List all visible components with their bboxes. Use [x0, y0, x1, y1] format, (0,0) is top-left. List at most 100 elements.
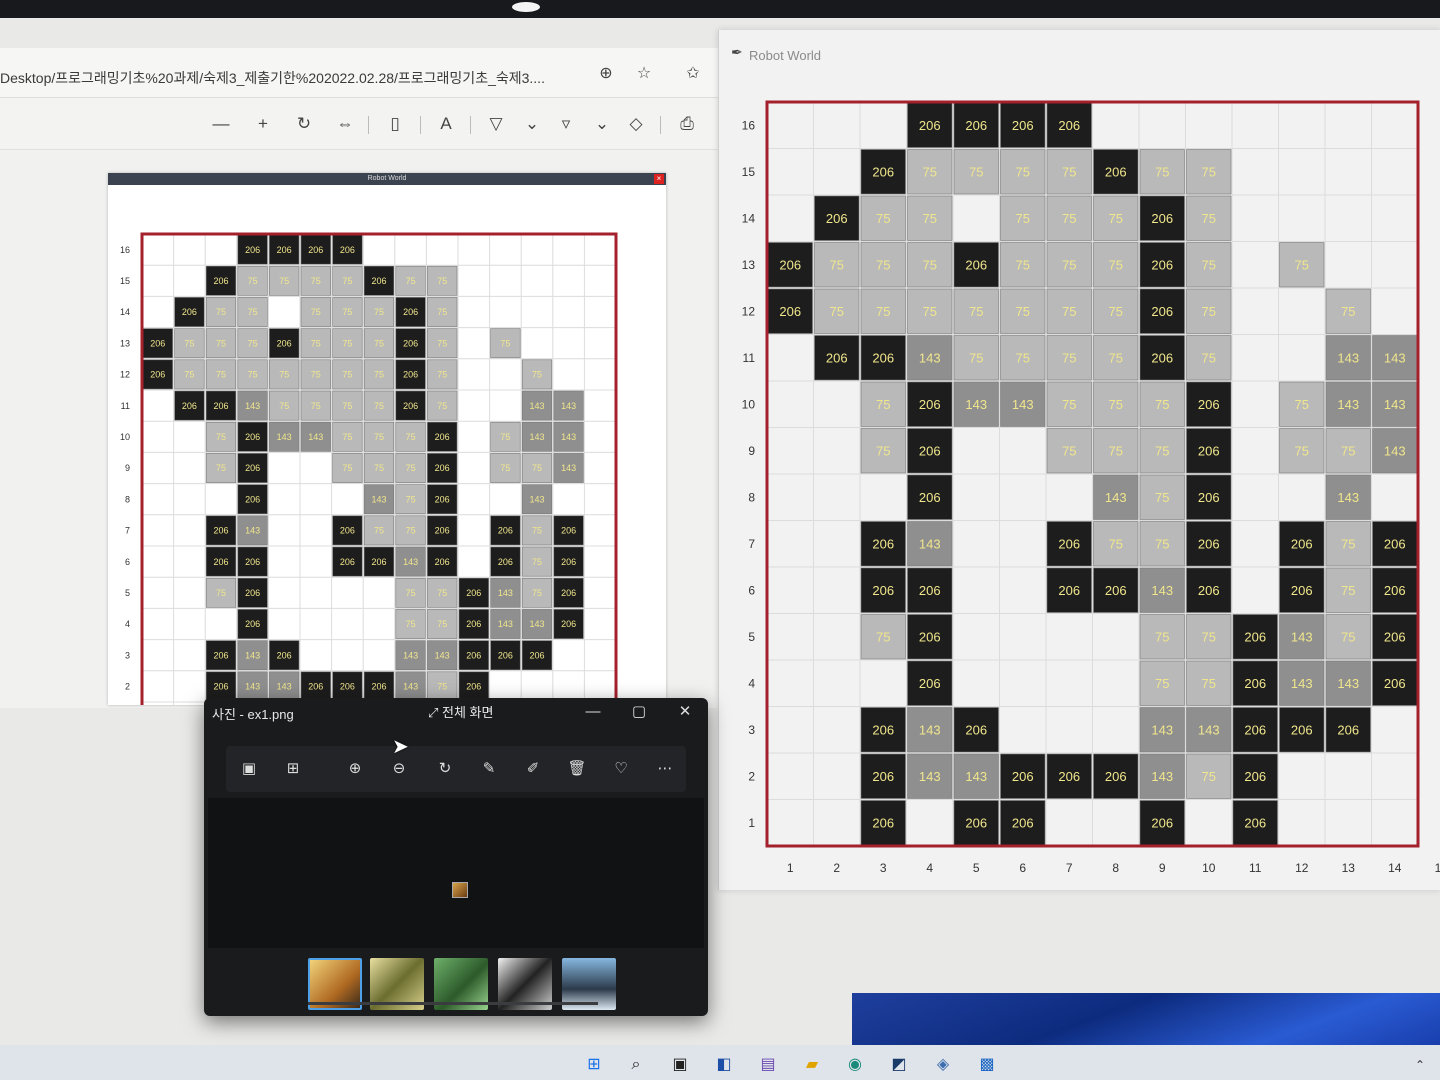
cell-value: 75: [1341, 536, 1355, 551]
cell-value: 75: [311, 370, 321, 380]
cell-value: 143: [1384, 350, 1406, 365]
print-icon[interactable]: ⎙: [675, 112, 699, 136]
add-favorite-icon[interactable]: ☆: [634, 64, 654, 84]
cell-value: 206: [872, 164, 894, 179]
cell-value: 206: [1198, 583, 1220, 598]
cell-value: 75: [437, 619, 447, 629]
cell-value: 143: [277, 432, 292, 442]
edge-icon[interactable]: ◉: [843, 1053, 867, 1077]
y-tick-label: 9: [125, 463, 130, 473]
cell-value: 206: [872, 815, 894, 830]
eraser-icon[interactable]: ◇: [624, 112, 648, 136]
cell-value: 206: [1244, 629, 1266, 644]
y-tick-label: 15: [742, 165, 756, 179]
more-icon[interactable]: ⋯: [654, 758, 676, 780]
zoom-out-icon[interactable]: ⊖: [388, 758, 410, 780]
chevron-up-icon[interactable]: ⌃: [1408, 1053, 1432, 1077]
cell-value: 75: [876, 211, 890, 226]
gallery-icon[interactable]: ⊞: [282, 758, 304, 780]
rotate-icon[interactable]: ↻: [292, 112, 316, 136]
cell-value: 75: [1202, 676, 1216, 691]
cell-value: 143: [435, 650, 450, 660]
x-tick-label: 14: [1388, 861, 1402, 875]
cell-value: 206: [561, 557, 576, 567]
favorites-icon[interactable]: ✩: [683, 64, 703, 84]
cell-value: 75: [876, 304, 890, 319]
folder-icon[interactable]: ▰: [800, 1053, 824, 1077]
cell-value: 206: [245, 557, 260, 567]
cell-value: 75: [374, 307, 384, 317]
cell-value: 75: [342, 338, 352, 348]
page-view-icon[interactable]: ▯: [383, 112, 407, 136]
y-tick-label: 11: [121, 401, 130, 411]
chevron-down-icon[interactable]: ⌄: [520, 112, 544, 136]
x-tick-label: 9: [1159, 861, 1166, 875]
cell-value: 75: [532, 526, 542, 536]
cell-value: 75: [437, 338, 447, 348]
cell-value: 75: [1109, 257, 1123, 272]
scroll-track[interactable]: [308, 1002, 598, 1005]
zoom-in-icon[interactable]: ⊕: [344, 758, 366, 780]
read-aloud-icon[interactable]: A: [434, 112, 458, 136]
cell-value: 206: [371, 682, 386, 692]
cell-value: 75: [406, 432, 416, 442]
y-tick-label: 4: [125, 619, 130, 629]
chevron-down-icon[interactable]: ⌄: [590, 112, 614, 136]
zoom-icon[interactable]: ⊕: [596, 64, 616, 84]
draw-icon[interactable]: ✐: [522, 758, 544, 780]
close-button[interactable]: ✕: [670, 700, 700, 724]
cell-value: 206: [965, 257, 987, 272]
cell-value: 75: [923, 257, 937, 272]
image-icon[interactable]: ▣: [238, 758, 260, 780]
cell-value: 143: [1151, 769, 1173, 784]
address-bar[interactable]: Desktop/프로그래밍기초%20과제/숙제3_제출기한%202022.02.…: [0, 48, 720, 98]
cell-value: 143: [561, 401, 576, 411]
cell-value: 75: [216, 588, 226, 598]
cell-value: 75: [1202, 164, 1216, 179]
cell-value: 206: [1384, 583, 1406, 598]
y-tick-label: 5: [125, 588, 130, 598]
task-view-icon[interactable]: ▣: [668, 1053, 692, 1077]
python-icon[interactable]: ◈: [931, 1053, 955, 1077]
edit-icon[interactable]: ✎: [478, 758, 500, 780]
fit-page-icon[interactable]: ⇔: [333, 112, 357, 136]
cell-value: 206: [1244, 676, 1266, 691]
zoom-in-icon[interactable]: +: [251, 112, 275, 136]
app-icon[interactable]: ◩: [887, 1053, 911, 1077]
minimize-button[interactable]: —: [578, 700, 608, 724]
cell-value: 143: [498, 619, 513, 629]
chat-icon[interactable]: ▤: [756, 1053, 780, 1077]
favorite-icon[interactable]: ♡: [610, 758, 632, 780]
x-tick-label: 12: [1295, 861, 1309, 875]
fullscreen-button[interactable]: ⤢ 전체 화면: [428, 702, 493, 721]
cell-value: 75: [1016, 211, 1030, 226]
cell-value: 206: [919, 397, 941, 412]
draw-icon[interactable]: ▽: [484, 112, 508, 136]
cell-value: 75: [311, 307, 321, 317]
highlight-icon[interactable]: ▿: [554, 112, 578, 136]
zoom-out-icon[interactable]: —: [209, 112, 233, 136]
browser-window: Desktop/프로그래밍기초%20과제/숙제3_제출기한%202022.02.…: [0, 48, 720, 708]
cell-value: 143: [1151, 583, 1173, 598]
y-tick-label: 10: [742, 397, 756, 411]
delete-icon[interactable]: 🗑: [566, 758, 588, 780]
cell-value: 75: [1341, 583, 1355, 598]
maximize-button[interactable]: ▢: [624, 700, 654, 724]
cell-value: 206: [371, 276, 386, 286]
y-tick-label: 12: [120, 370, 130, 380]
cell-value: 75: [969, 164, 983, 179]
taskbar: ⊞ ⌕ ▣ ◧ ▤ ▰ ◉ ◩ ◈ ▩ ⌃: [0, 1045, 1440, 1080]
cell-value: 75: [1109, 536, 1123, 551]
url-text[interactable]: Desktop/프로그래밍기초%20과제/숙제3_제출기한%202022.02.…: [0, 68, 585, 88]
robot-world-window: ✒ Robot World 206 206 206 206 206 75 75 75 75 206…: [718, 30, 1440, 890]
cell-value: 206: [826, 211, 848, 226]
rotate-icon[interactable]: ↻: [434, 758, 456, 780]
search-icon[interactable]: ⌕: [624, 1053, 648, 1077]
cell-value: 143: [965, 769, 987, 784]
widgets-icon[interactable]: ◧: [712, 1053, 736, 1077]
cell-value: 75: [1295, 443, 1309, 458]
cell-value: 143: [1198, 722, 1220, 737]
start-icon[interactable]: ⊞: [582, 1053, 606, 1077]
photos-icon[interactable]: ▩: [975, 1053, 999, 1077]
cell-value: 206: [1058, 769, 1080, 784]
